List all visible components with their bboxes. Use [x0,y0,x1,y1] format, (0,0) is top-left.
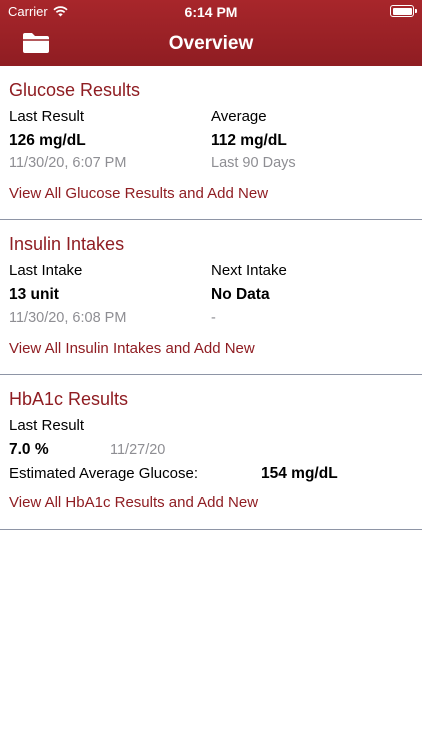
insulin-last-date: 11/30/20, 6:08 PM [9,310,127,326]
glucose-last-value: 126 mg/dL [9,132,86,149]
hba1c-last-value: 7.0 % [9,441,49,458]
hba1c-last-date: 11/27/20 [110,442,166,458]
glucose-average-label: Average [211,108,267,125]
insulin-last-label: Last Intake [9,262,83,279]
insulin-next-date: - [211,310,216,326]
hba1c-title: HbA1c Results [9,389,129,409]
glucose-last-label: Last Result [9,108,85,125]
eag-label: Estimated Average Glucose: [9,465,198,482]
view-hba1c-results-link[interactable]: View All HbA1c Results and Add New [9,494,258,511]
insulin-next-label: Next Intake [211,262,287,279]
glucose-section: Glucose Results Last Result Average 126 … [0,66,422,220]
hba1c-last-label: Last Result [9,417,85,434]
eag-value: 154 mg/dL [261,465,338,482]
view-insulin-intakes-link[interactable]: View All Insulin Intakes and Add New [9,340,255,357]
insulin-section: Insulin Intakes Last Intake Next Intake … [0,220,422,375]
insulin-next-value: No Data [211,286,270,303]
insulin-last-value: 13 unit [9,286,59,303]
glucose-average-value: 112 mg/dL [211,132,287,149]
nav-header: Carrier 6:14 PM Overview [0,0,422,66]
view-glucose-results-link[interactable]: View All Glucose Results and Add New [9,185,268,202]
hba1c-section: HbA1c Results Last Result 7.0 % 11/27/20… [0,375,422,530]
glucose-average-period: Last 90 Days [211,155,296,171]
page-title: Overview [168,33,254,54]
insulin-title: Insulin Intakes [9,234,125,254]
status-bar: Carrier 6:14 PM [0,0,422,22]
glucose-last-date: 11/30/20, 6:07 PM [9,155,127,171]
status-time: 6:14 PM [184,4,238,20]
battery-icon [390,5,417,17]
glucose-title: Glucose Results [9,80,141,100]
